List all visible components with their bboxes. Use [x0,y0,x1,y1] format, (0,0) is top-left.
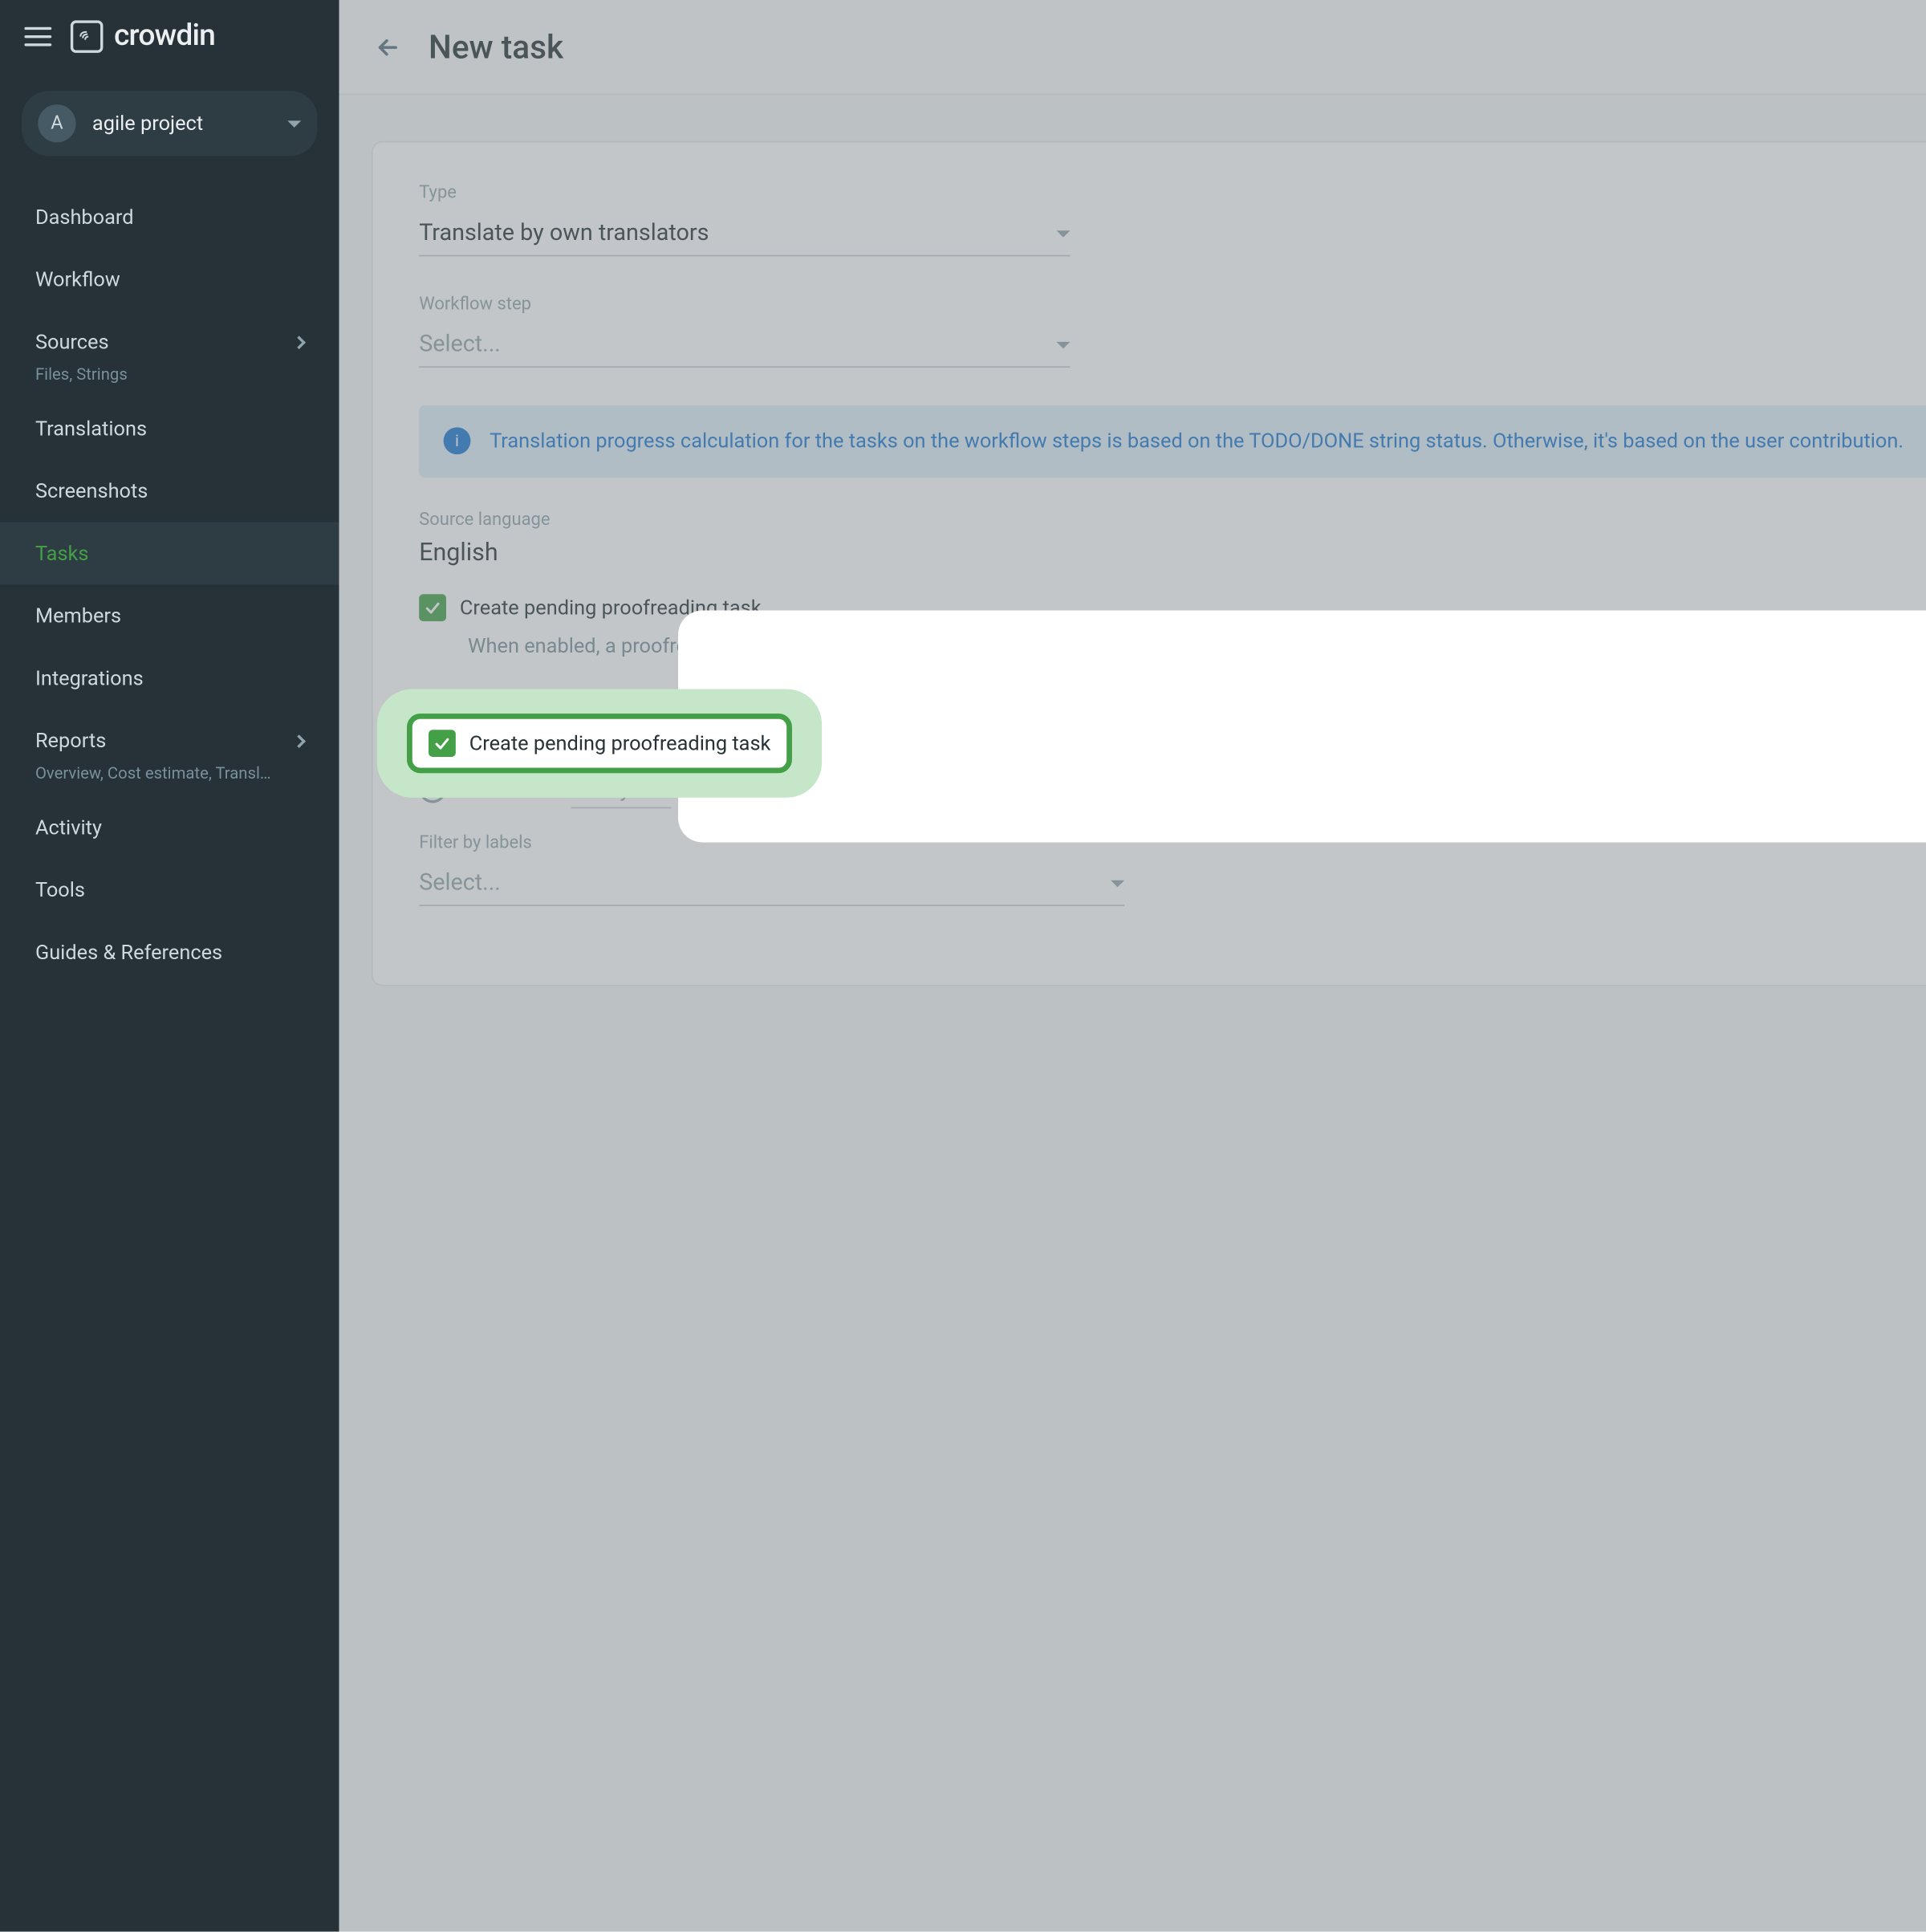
sidebar-item-activity[interactable]: Activity [0,796,339,859]
sidebar-sub-sources: Files, Strings [0,365,339,398]
highlighted-checkbox[interactable] [429,730,456,757]
highlight-callout: Create pending proofreading task [377,689,823,798]
workflow-label: Workflow step [419,295,1926,315]
info-banner: i Translation progress calculation for t… [419,405,1926,478]
sidebar-item-workflow[interactable]: Workflow [0,248,339,311]
info-icon: i [444,427,471,454]
filter-placeholder: Select... [419,869,501,897]
chevron-right-icon [292,336,306,349]
pending-proofreading-checkbox[interactable] [419,594,446,621]
sidebar-item-reports[interactable]: Reports [0,710,339,772]
sidebar-item-guides[interactable]: Guides & References [0,921,339,984]
sidebar-item-dashboard[interactable]: Dashboard [0,186,339,249]
workflow-placeholder: Select... [419,331,501,358]
brand-name: crowdin [114,19,215,53]
workflow-select[interactable]: Select... [419,323,1070,368]
sidebar-item-tasks[interactable]: Tasks [0,523,339,585]
project-avatar: A [38,104,75,142]
sidebar-item-screenshots[interactable]: Screenshots [0,460,339,523]
caret-down-icon [1057,341,1071,348]
menu-toggle[interactable] [24,26,51,46]
type-label: Type [419,183,1926,203]
source-lang-value: English [419,539,1926,567]
type-value: Translate by own translators [419,220,709,247]
project-selector[interactable]: A agile project [22,91,317,156]
logo[interactable]: crowdin [71,19,215,53]
page-title: New task [429,28,563,66]
sidebar-item-members[interactable]: Members [0,584,339,647]
crowdin-logo-icon [71,20,104,53]
info-text: Translation progress calculation for the… [490,427,1904,455]
source-lang-label: Source language [419,510,1926,530]
back-arrow-icon[interactable] [374,33,401,60]
chevron-right-icon [292,734,306,747]
highlighted-checkbox-label: Create pending proofreading task [469,731,771,755]
sidebar-item-tools[interactable]: Tools [0,859,339,921]
caret-down-icon [287,120,301,127]
project-name: agile project [92,112,271,136]
filter-labels-select[interactable]: Select... [419,861,1124,906]
sidebar-sub-reports: Overview, Cost estimate, Transl… [0,763,339,796]
sidebar-item-integrations[interactable]: Integrations [0,647,339,710]
spotlight-cutout [678,611,1926,843]
sidebar-item-translations[interactable]: Translations [0,397,339,460]
caret-down-icon [1111,880,1124,886]
caret-down-icon [1057,230,1071,236]
sidebar-item-sources[interactable]: Sources [0,311,339,373]
type-select[interactable]: Translate by own translators [419,212,1070,257]
